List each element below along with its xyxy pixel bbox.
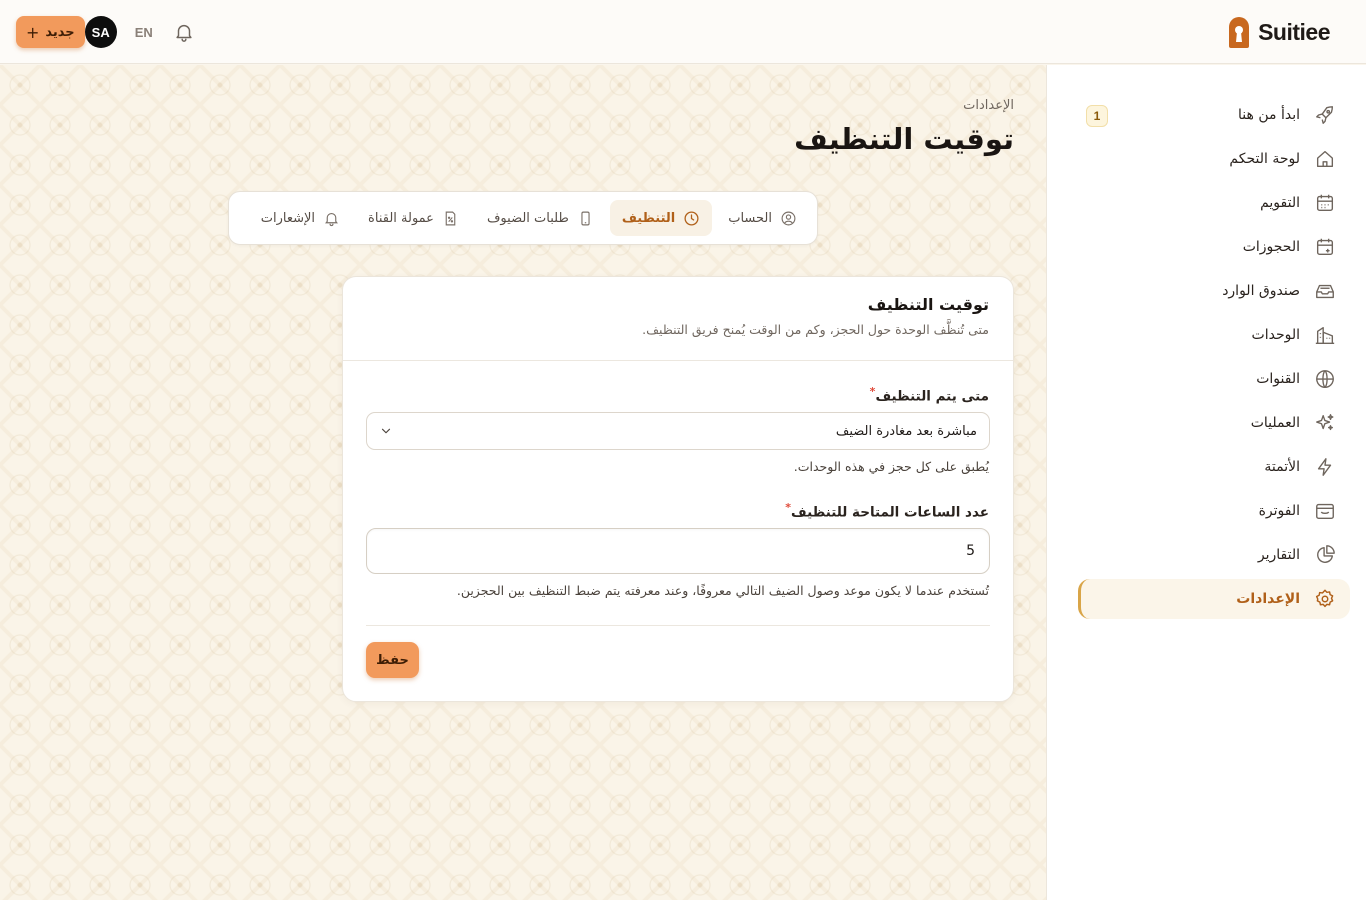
sidebar-item-operations[interactable]: العمليات (1078, 403, 1350, 443)
sidebar-item-reports[interactable]: التقارير (1078, 535, 1350, 575)
new-button-label: جديد (45, 24, 75, 40)
sidebar-item-label: القنوات (1256, 371, 1300, 387)
sidebar-item-label: الإعدادات (1236, 591, 1300, 607)
tab-label: الحساب (728, 210, 772, 226)
calendar-icon (1316, 194, 1334, 212)
sidebar-item-settings[interactable]: الإعدادات (1078, 579, 1350, 619)
sidebar-item-label: العمليات (1250, 415, 1300, 431)
cleaning-timing-card: توقيت التنظيف متى تُنظَّف الوحدة حول الح… (342, 276, 1014, 702)
clock-icon (684, 210, 699, 226)
main-content: الإعدادات توقيت التنظيف الحساب التنظيف ط… (0, 65, 1046, 900)
card-title: توقيت التنظيف (867, 295, 989, 314)
when-label-text: متى يتم التنظيف (875, 388, 989, 405)
tab-notifications[interactable]: الإشعارات (249, 200, 352, 236)
when-field-label: متى يتم التنظيف* (870, 385, 989, 405)
sidebar-item-label: التقويم (1260, 195, 1300, 211)
top-bar: Suitiee جديد + SA EN (0, 0, 1366, 64)
sidebar-item-label: صندوق الوارد (1222, 283, 1300, 299)
calendar-check-icon (1316, 238, 1334, 256)
app-logo[interactable]: Suitiee (1226, 15, 1330, 49)
tab-cleaning[interactable]: التنظيف (609, 200, 713, 236)
home-icon (1316, 150, 1334, 168)
sparkles-icon (1316, 414, 1334, 431)
sidebar-item-billing[interactable]: الفوترة (1078, 491, 1350, 531)
chevron-down-icon (381, 428, 391, 434)
app-name: Suitiee (1258, 18, 1330, 45)
logo-keyhole-icon (1229, 17, 1250, 48)
bolt-icon (1317, 458, 1332, 476)
breadcrumb[interactable]: الإعدادات (963, 98, 1014, 113)
building-icon (1315, 326, 1335, 344)
tab-label: عمولة القناة (368, 210, 434, 226)
sidebar-item-label: الوحدات (1251, 327, 1300, 343)
card-subtitle: متى تُنظَّف الوحدة حول الحجز، وكم من الو… (642, 322, 989, 337)
phone-icon (581, 211, 590, 225)
sidebar-item-label: الفوترة (1258, 503, 1300, 519)
sidebar-item-bookings[interactable]: الحجوزات (1078, 227, 1350, 267)
bell-icon (325, 212, 338, 226)
sidebar-item-label: الأتمتة (1264, 459, 1300, 475)
count-badge: 1 (1086, 105, 1108, 127)
notifications-bell-icon[interactable] (173, 21, 195, 43)
sidebar-item-dashboard[interactable]: لوحة التحكم (1078, 139, 1350, 179)
pie-chart-icon (1317, 545, 1335, 563)
inbox-icon (1316, 284, 1334, 299)
tab-channel-commission[interactable]: عمولة القناة (356, 200, 471, 236)
page-title: توقيت التنظيف (794, 122, 1014, 156)
tab-guest-requests[interactable]: طلبات الضيوف (475, 200, 606, 236)
rocket-icon (1316, 106, 1334, 124)
sidebar-item-inbox[interactable]: صندوق الوارد (1078, 271, 1350, 311)
sidebar-item-channels[interactable]: القنوات (1078, 359, 1350, 399)
language-toggle[interactable]: EN (135, 25, 153, 40)
when-hint: يُطبق على كل حجز في هذه الوحدات. (793, 459, 989, 474)
divider (366, 625, 990, 626)
sidebar-item-label: ابدأ من هنا (1238, 107, 1300, 123)
hours-field-label: عدد الساعات المتاحة للتنظيف* (785, 501, 989, 521)
hours-hint: تُستخدم عندما لا يكون موعد وصول الضيف ال… (456, 583, 989, 598)
billing-icon (1316, 503, 1334, 520)
select-value: مباشرة بعد مغادرة الضيف (835, 423, 977, 439)
sidebar-item-label: الحجوزات (1242, 239, 1300, 255)
sidebar-nav: ابدأ من هنا 1 لوحة التحكم التقويم الحجوز… (1078, 95, 1350, 623)
save-button[interactable]: حفظ (366, 642, 419, 678)
settings-tabs: الحساب التنظيف طلبات الضيوف عمولة القناة… (228, 191, 818, 245)
globe-icon (1316, 370, 1334, 388)
sidebar-item-label: التقارير (1257, 547, 1300, 563)
sidebar-item-automation[interactable]: الأتمتة (1078, 447, 1350, 487)
top-actions: جديد + SA EN (16, 16, 195, 48)
cleaning-hours-input[interactable] (366, 528, 990, 574)
card-header: توقيت التنظيف متى تُنظَّف الوحدة حول الح… (343, 277, 1013, 361)
sidebar-item-get-started[interactable]: ابدأ من هنا 1 (1078, 95, 1350, 135)
plus-icon: + (26, 22, 40, 42)
tab-label: التنظيف (621, 210, 676, 226)
sidebar-item-units[interactable]: الوحدات (1078, 315, 1350, 355)
sidebar: ابدأ من هنا 1 لوحة التحكم التقويم الحجوز… (1046, 65, 1366, 900)
sidebar-item-calendar[interactable]: التقويم (1078, 183, 1350, 223)
tab-label: الإشعارات (260, 210, 316, 226)
tab-account[interactable]: الحساب (716, 200, 809, 236)
gear-icon (1315, 589, 1334, 608)
percent-icon (445, 211, 456, 225)
hours-label-text: عدد الساعات المتاحة للتنظيف (791, 504, 989, 521)
user-avatar[interactable]: SA (84, 16, 117, 48)
new-button[interactable]: جديد + (16, 16, 85, 48)
tab-label: طلبات الضيوف (486, 210, 569, 226)
cleaning-time-select[interactable]: مباشرة بعد مغادرة الضيف (366, 412, 990, 450)
user-circle-icon (781, 211, 796, 225)
sidebar-item-label: لوحة التحكم (1229, 151, 1300, 167)
